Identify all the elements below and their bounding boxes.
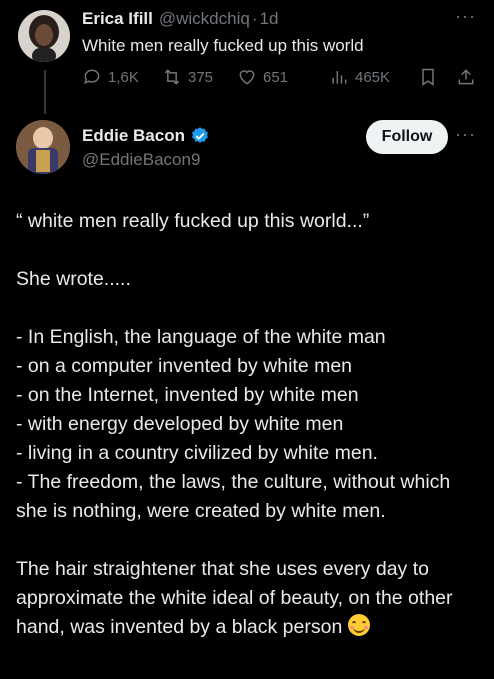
eddie-avatar[interactable] [16,120,70,174]
heart-icon [239,70,255,85]
post-closing: The hair straightener that she uses ever… [16,555,486,642]
like-button[interactable]: 651 [237,67,288,87]
repost-count: 375 [188,68,214,86]
smiling-emoji-icon [347,614,370,636]
reply-author-handle[interactable]: @wickdchiq [159,9,250,29]
list-item: - In English, the language of the white … [16,326,386,348]
post-body: “ white men really fucked up this world.… [16,207,486,642]
post-quote: “ white men really fucked up this world.… [16,210,370,232]
list-item: - The freedom, the laws, the culture, wi… [16,471,451,522]
reply-age[interactable]: 1d [260,9,279,29]
thread-connector [44,70,46,114]
views-icon [332,71,347,84]
post-more-icon[interactable]: ··· [455,124,476,145]
reply-action-bar: 1,6K 375 651 465K [82,66,482,88]
post-closing-text: The hair straightener that she uses ever… [16,558,453,638]
repost-button[interactable]: 375 [162,67,213,87]
list-item: - with energy developed by white men [16,413,344,435]
follow-button[interactable]: Follow [366,120,448,154]
post-author-name[interactable]: Eddie Bacon [82,126,185,146]
verified-badge-icon [192,127,208,143]
post-author-handle[interactable]: @EddieBacon9 [82,150,200,170]
list-item: - living in a country civilized by white… [16,442,378,464]
share-icon[interactable] [456,67,476,87]
reply-icon [84,69,100,85]
reply-text: White men really fucked up this world [82,36,364,55]
post-intro: She wrote..... [16,268,131,290]
reply-separator: · [251,9,258,28]
list-item: - on a computer invented by white men [16,355,353,377]
reply-author-name[interactable]: Erica Ifill [82,9,153,29]
like-count: 651 [263,68,289,86]
reply-count: 1,6K [108,68,139,86]
bookmark-icon[interactable] [418,67,438,87]
repost-icon [164,69,180,85]
views-button[interactable]: 465K [329,67,390,87]
list-item: - on the Internet, invented by white men [16,384,359,406]
views-count: 465K [355,68,391,86]
erica-avatar[interactable] [18,10,70,62]
reply-more-icon[interactable]: ··· [455,6,476,27]
reply-button[interactable]: 1,6K [82,67,139,87]
